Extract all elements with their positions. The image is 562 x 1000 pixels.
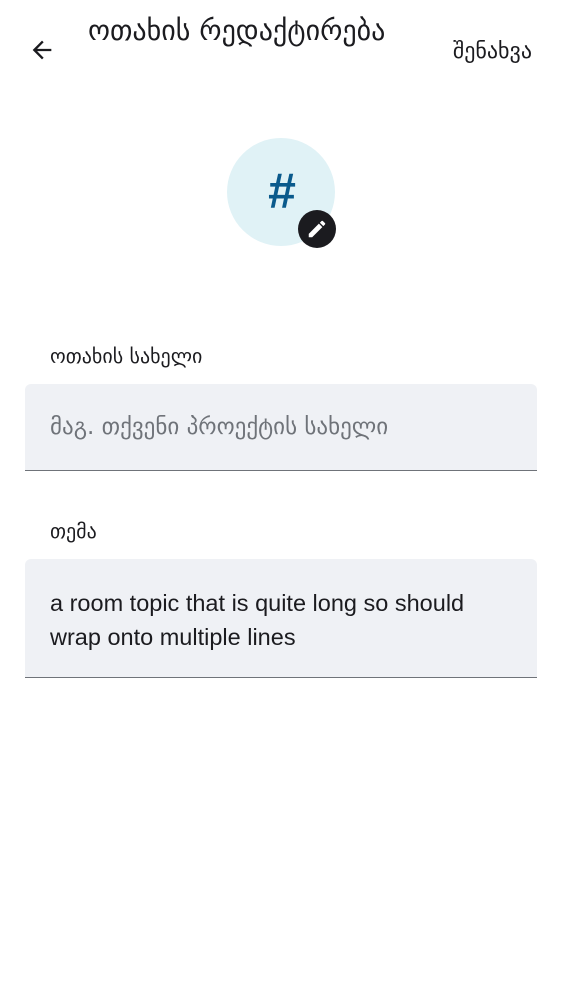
room-name-input[interactable] — [25, 384, 537, 470]
edit-room-screen: ოთახის რედაქტირება შენახვა # ოთახის სახე… — [0, 0, 562, 1000]
save-button[interactable]: შენახვა — [453, 32, 532, 70]
room-name-field-container — [25, 384, 537, 471]
topic-label: თემა — [50, 519, 97, 543]
top-app-bar: ოთახის რედაქტირება შენახვა — [0, 0, 562, 100]
back-button[interactable] — [18, 26, 66, 74]
arrow-left-icon — [32, 40, 52, 60]
room-name-label: ოთახის სახელი — [50, 344, 203, 368]
avatar-glyph: # — [268, 163, 296, 219]
edit-avatar-button[interactable] — [298, 210, 336, 248]
page-title: ოთახის რედაქტირება — [88, 14, 386, 47]
topic-input[interactable]: a room topic that is quite long so shoul… — [25, 559, 537, 677]
pencil-icon — [308, 220, 326, 238]
topic-field-container: a room topic that is quite long so shoul… — [25, 559, 537, 678]
